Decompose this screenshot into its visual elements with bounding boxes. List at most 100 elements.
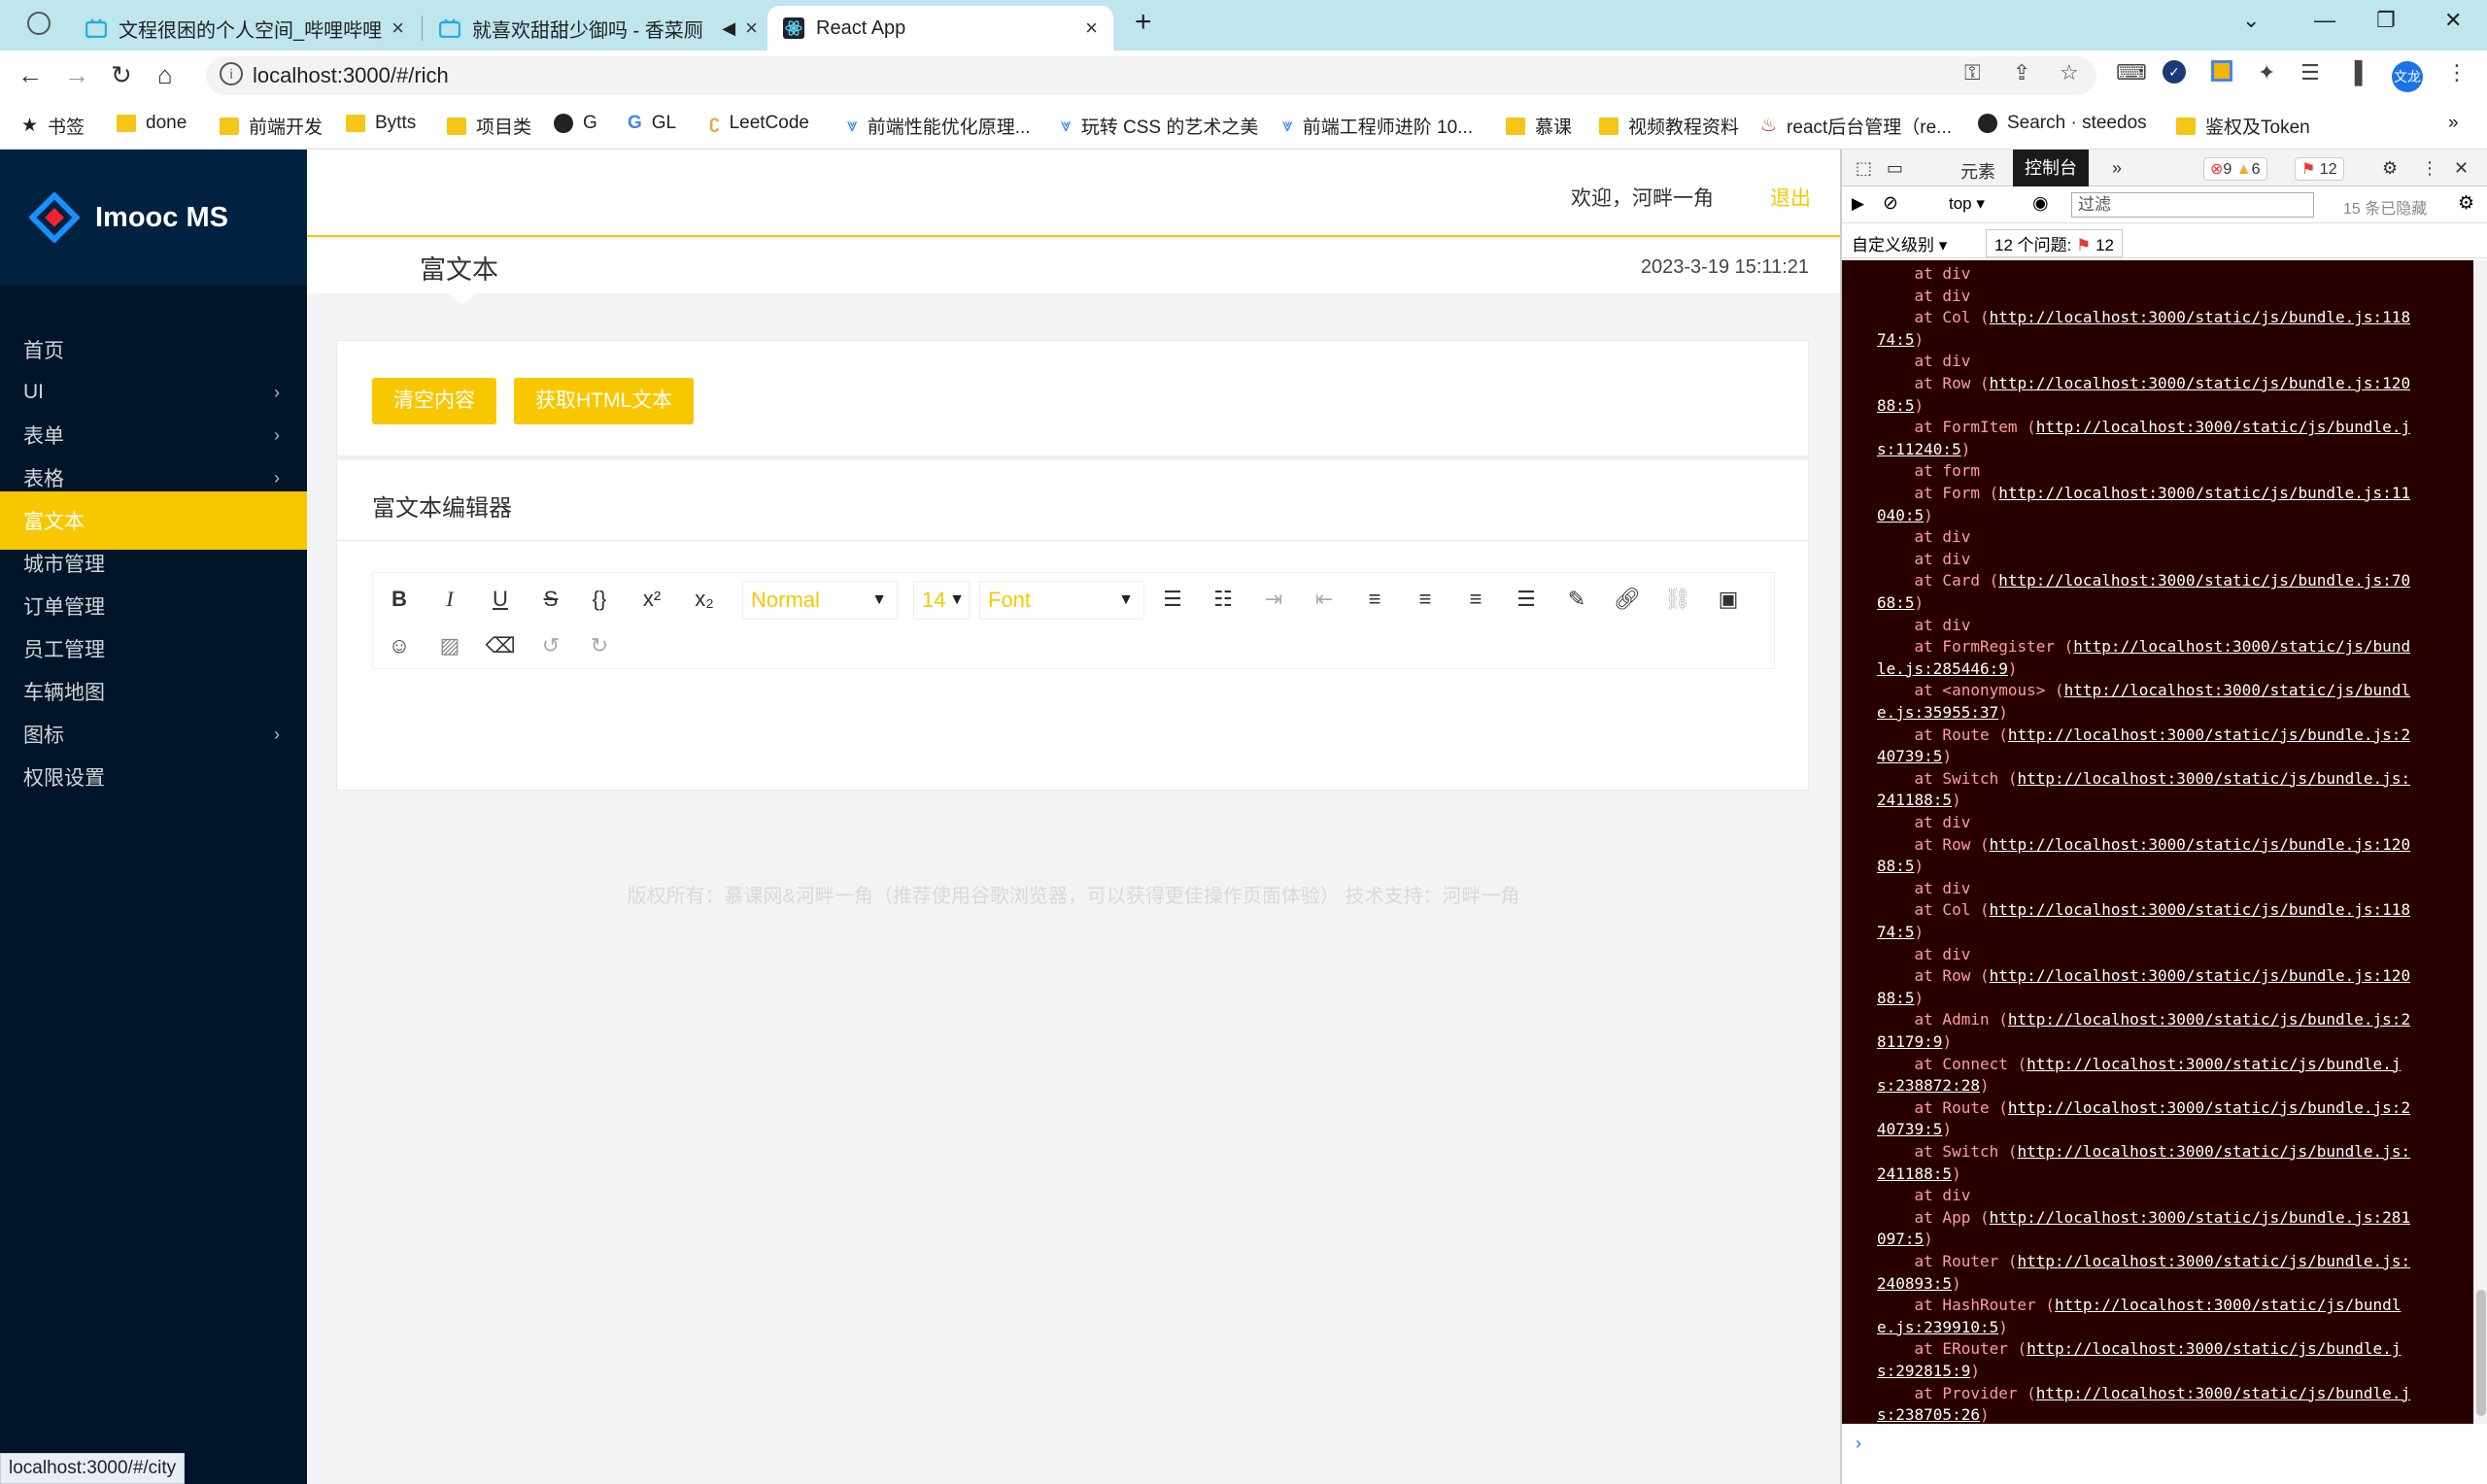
source-link[interactable]: 81179:9	[1877, 1032, 1942, 1051]
more-tabs-icon[interactable]: »	[2112, 158, 2122, 179]
bookmark-item[interactable]: G	[554, 113, 597, 134]
bookmark-item[interactable]: ★ 书签	[21, 113, 85, 139]
side-panel-icon[interactable]: ▐	[2347, 60, 2363, 85]
address-bar[interactable]: localhost:3000/#/rich	[206, 56, 2096, 95]
font-family-select[interactable]: Font ▼	[979, 581, 1144, 620]
source-link[interactable]: http://localhost:3000/static/js/bundle.j…	[1990, 966, 2410, 985]
bookmark-item[interactable]: ♨ react后台管理（re...	[1760, 113, 1952, 139]
source-link[interactable]: 68:5	[1877, 593, 1915, 612]
font-size-select[interactable]: 14 ▼	[913, 581, 970, 620]
undo-icon[interactable]: ↺	[536, 631, 565, 660]
source-link[interactable]: http://localhost:3000/static/js/bundle.j…	[2008, 1098, 2410, 1117]
source-link[interactable]: 241188:5	[1877, 791, 1952, 809]
browser-tab[interactable]: 就喜欢甜甜少御吗 - 香菜厕 ◀ ×	[424, 6, 773, 51]
tab-elements[interactable]: 元素	[1960, 158, 1995, 184]
source-link[interactable]: s:11240:5	[1877, 440, 1961, 458]
align-left-icon[interactable]: ≡	[1360, 585, 1389, 614]
bookmark-item[interactable]: ⩔ 前端性能优化原理...	[847, 113, 1031, 139]
context-select[interactable]: top ▾	[1949, 194, 1985, 214]
bookmark-folder[interactable]: 视频教程资料	[1599, 113, 1739, 139]
reading-list-icon[interactable]: ☰	[2300, 60, 2320, 85]
source-link[interactable]: 88:5	[1877, 989, 1915, 1007]
source-link[interactable]: e.js:239910:5	[1877, 1318, 1998, 1336]
source-link[interactable]: le.js:285446:9	[1877, 659, 2008, 678]
key-icon[interactable]: ⚿	[1964, 60, 1981, 85]
italic-icon[interactable]: I	[435, 585, 464, 614]
source-link[interactable]: 241188:5	[1877, 1164, 1952, 1183]
source-link[interactable]: http://localhost:3000/static/js/bundle.j	[2027, 1339, 2401, 1358]
sidebar-item-permission[interactable]: 权限设置	[0, 748, 307, 806]
restore-icon[interactable]: ❐	[2376, 8, 2396, 33]
emoji-icon[interactable]: ☺	[385, 631, 414, 660]
source-link[interactable]: 74:5	[1877, 330, 1915, 349]
home-icon[interactable]: ⌂	[157, 60, 173, 90]
source-link[interactable]: http://localhost:3000/static/js/bundle.j…	[2018, 1142, 2411, 1161]
bookmark-item[interactable]: G GL	[628, 113, 676, 134]
close-icon[interactable]: ×	[745, 16, 758, 41]
underline-icon[interactable]: U	[486, 585, 515, 614]
back-icon[interactable]: ←	[17, 60, 43, 90]
source-link[interactable]: http://localhost:3000/static/js/bundle.j…	[1990, 308, 2410, 326]
bookmark-folder[interactable]: done	[117, 113, 187, 134]
source-link[interactable]: http://localhost:3000/static/js/bundle.j…	[1990, 835, 2410, 854]
source-link[interactable]: 40739:5	[1877, 1120, 1942, 1138]
error-warning-badge[interactable]: ⊗9 ▲6	[2203, 157, 2267, 181]
new-tab-icon[interactable]: +	[1135, 6, 1152, 39]
source-link[interactable]: 40739:5	[1877, 747, 1942, 765]
source-link[interactable]: http://localhost:3000/static/js/bundle.j…	[1990, 374, 2410, 392]
source-link[interactable]: 040:5	[1877, 506, 1924, 524]
console-prompt[interactable]: ›	[1842, 1424, 2487, 1484]
close-window-icon[interactable]: ✕	[2444, 8, 2462, 33]
clear-content-button[interactable]: 清空内容	[372, 378, 496, 424]
browser-menu-kebab-icon[interactable]: ⋮	[2446, 60, 2468, 85]
forward-icon[interactable]: →	[64, 60, 89, 90]
source-link[interactable]: http://localhost:3000/static/js/bundle.j…	[1990, 900, 2410, 919]
settings-gear-icon[interactable]: ⚙	[2382, 158, 2398, 179]
bookmark-item[interactable]: ⩔ 玩转 CSS 的艺术之美	[1061, 113, 1258, 139]
source-link[interactable]: http://localhost:3000/static/js/bundl	[2055, 1296, 2401, 1314]
source-link[interactable]: http://localhost:3000/static/js/bundle.j	[2036, 418, 2410, 436]
source-link[interactable]: http://localhost:3000/static/js/bundle.j…	[2018, 1252, 2411, 1270]
image-icon[interactable]: ▨	[435, 631, 464, 660]
code-icon[interactable]: {}	[585, 585, 614, 614]
superscript-icon[interactable]: x²	[637, 585, 666, 614]
device-toggle-icon[interactable]: ▭	[1887, 158, 1903, 179]
issues-badge[interactable]: ⚑ 12	[2295, 157, 2344, 181]
browser-tab[interactable]: 文程很困的个人空间_哔哩哔哩_b ×	[70, 6, 420, 51]
bookmark-folder[interactable]: 项目类	[447, 113, 531, 139]
source-link[interactable]: http://localhost:3000/static/js/bundle.j	[2036, 1384, 2410, 1402]
browser-tab-active[interactable]: React App ×	[767, 6, 1113, 51]
tab-search-icon[interactable]: ⌄	[2242, 8, 2260, 33]
source-link[interactable]: http://localhost:3000/static/js/bund	[2073, 637, 2410, 656]
bookmark-folder[interactable]: Bytts	[346, 113, 416, 134]
console-scrollbar[interactable]	[2473, 260, 2487, 1424]
bookmark-item[interactable]: ʗ LeetCode	[709, 113, 809, 134]
devtools-menu-icon[interactable]: ⋮	[2421, 158, 2438, 179]
bookmark-folder[interactable]: 鉴权及Token	[2176, 113, 2310, 139]
source-link[interactable]: s:238705:26	[1877, 1405, 1980, 1424]
redo-icon[interactable]: ↻	[585, 631, 614, 660]
site-info-icon[interactable]: i	[220, 62, 243, 85]
source-link[interactable]: s:238872:28	[1877, 1076, 1980, 1095]
profile-avatar[interactable]: 文龙	[2392, 61, 2423, 92]
minimize-icon[interactable]: —	[2314, 8, 2335, 33]
eraser-icon[interactable]: ⌫	[485, 631, 515, 660]
close-icon[interactable]: ×	[392, 16, 404, 41]
extensions-puzzle-icon[interactable]: ✦	[2258, 60, 2275, 85]
bookmarks-overflow-icon[interactable]: »	[2448, 113, 2459, 134]
get-html-button[interactable]: 获取HTML文本	[514, 378, 695, 424]
source-link[interactable]: e.js:35955:37	[1877, 703, 1998, 722]
block-type-select[interactable]: Normal ▼	[742, 581, 898, 620]
subscript-icon[interactable]: x₂	[690, 585, 719, 614]
source-link[interactable]: 88:5	[1877, 396, 1915, 415]
eye-icon[interactable]: ◉	[2032, 192, 2049, 215]
bookmark-item[interactable]: ⩔ 前端工程师进阶 10...	[1282, 113, 1473, 139]
bullet-list-icon[interactable]: ☰	[1158, 585, 1187, 614]
strikethrough-icon[interactable]: S	[536, 585, 565, 614]
issues-count-button[interactable]: 12 个问题: ⚑ 12	[1986, 229, 2123, 257]
extension-check-icon[interactable]: ✓	[2163, 60, 2186, 84]
console-filter-input[interactable]: 过滤	[2071, 192, 2314, 218]
source-link[interactable]: http://localhost:3000/static/js/bundl	[2064, 681, 2410, 699]
log-level-select[interactable]: 自定义级别 ▾	[1852, 231, 1947, 255]
source-link[interactable]: http://localhost:3000/static/js/bundle.j	[2027, 1055, 2401, 1073]
